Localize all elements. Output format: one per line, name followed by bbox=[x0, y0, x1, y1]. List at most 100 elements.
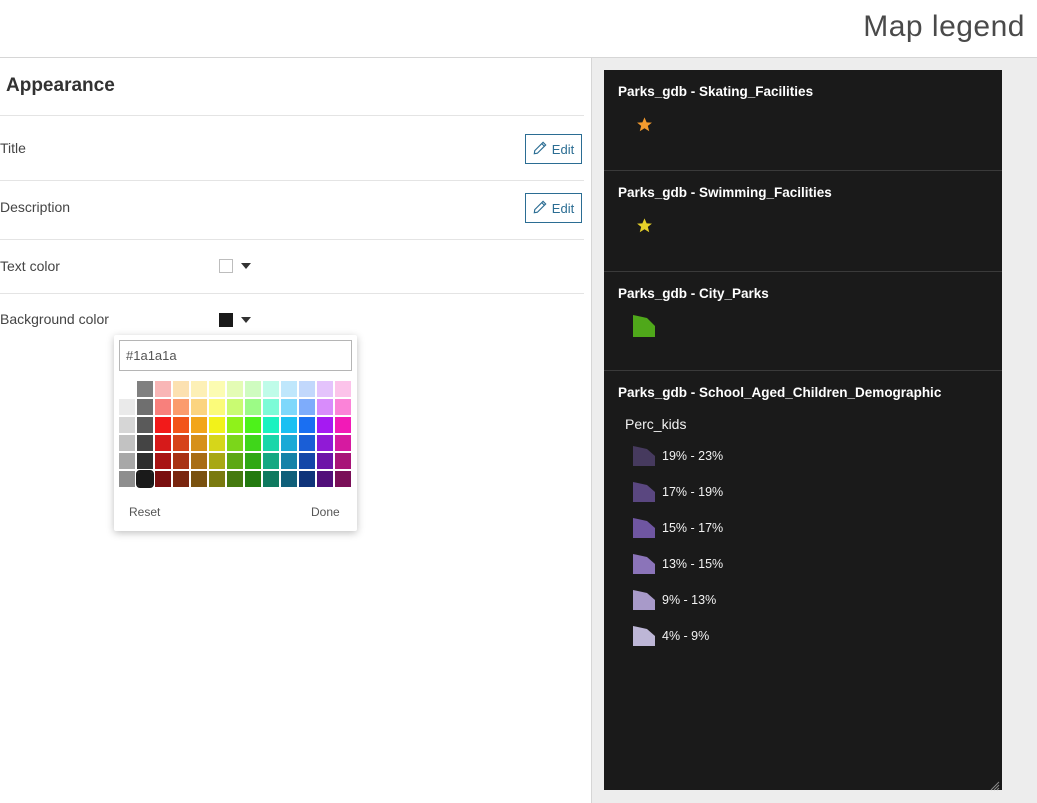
color-swatch[interactable] bbox=[317, 471, 333, 487]
color-swatch[interactable] bbox=[245, 417, 261, 433]
color-swatch[interactable] bbox=[317, 381, 333, 397]
chevron-down-icon[interactable] bbox=[241, 317, 251, 323]
color-swatch[interactable] bbox=[209, 381, 225, 397]
color-swatch[interactable] bbox=[136, 470, 154, 488]
star-icon bbox=[636, 116, 653, 138]
color-swatch[interactable] bbox=[281, 453, 297, 469]
color-swatch[interactable] bbox=[263, 435, 279, 451]
color-swatch[interactable] bbox=[317, 399, 333, 415]
pencil-icon bbox=[533, 141, 547, 158]
color-swatch[interactable] bbox=[191, 381, 207, 397]
color-swatch[interactable] bbox=[173, 381, 189, 397]
done-button[interactable]: Done bbox=[311, 505, 340, 519]
color-swatch[interactable] bbox=[137, 417, 153, 433]
color-swatch[interactable] bbox=[173, 399, 189, 415]
color-swatch[interactable] bbox=[317, 417, 333, 433]
color-swatch[interactable] bbox=[173, 417, 189, 433]
color-swatch[interactable] bbox=[245, 399, 261, 415]
color-swatch[interactable] bbox=[155, 399, 171, 415]
chevron-down-icon[interactable] bbox=[241, 263, 251, 269]
color-swatch[interactable] bbox=[119, 453, 135, 469]
color-swatch[interactable] bbox=[119, 399, 135, 415]
color-swatch[interactable] bbox=[245, 381, 261, 397]
color-swatch[interactable] bbox=[209, 417, 225, 433]
resize-handle-icon[interactable] bbox=[990, 778, 1000, 791]
color-swatch[interactable] bbox=[335, 435, 351, 451]
color-swatch[interactable] bbox=[137, 453, 153, 469]
color-swatch[interactable] bbox=[191, 471, 207, 487]
color-swatch[interactable] bbox=[299, 417, 315, 433]
map-legend: Parks_gdb - Skating_Facilities Parks_gdb… bbox=[604, 70, 1002, 791]
color-swatch[interactable] bbox=[209, 453, 225, 469]
color-swatch[interactable] bbox=[155, 471, 171, 487]
color-swatch[interactable] bbox=[173, 471, 189, 487]
color-swatch[interactable] bbox=[335, 399, 351, 415]
page-title: Map legend bbox=[863, 10, 1025, 43]
color-swatch[interactable] bbox=[227, 453, 243, 469]
edit-description-button[interactable]: Edit bbox=[525, 193, 582, 223]
color-swatch[interactable] bbox=[191, 453, 207, 469]
color-swatch[interactable] bbox=[335, 471, 351, 487]
edit-title-button[interactable]: Edit bbox=[525, 134, 582, 164]
color-swatch[interactable] bbox=[317, 435, 333, 451]
color-swatch[interactable] bbox=[281, 417, 297, 433]
color-swatch[interactable] bbox=[335, 453, 351, 469]
color-swatch[interactable] bbox=[227, 435, 243, 451]
color-swatch[interactable] bbox=[191, 417, 207, 433]
hex-color-input[interactable] bbox=[119, 340, 352, 371]
legend-divider bbox=[604, 170, 1002, 171]
color-swatch[interactable] bbox=[263, 471, 279, 487]
legend-layer-title: Parks_gdb - City_Parks bbox=[618, 286, 769, 301]
color-swatch[interactable] bbox=[335, 417, 351, 433]
color-swatch[interactable] bbox=[227, 417, 243, 433]
color-swatch[interactable] bbox=[281, 435, 297, 451]
legend-layer-title: Parks_gdb - Skating_Facilities bbox=[618, 84, 814, 99]
color-swatch[interactable] bbox=[191, 435, 207, 451]
divider bbox=[0, 180, 584, 181]
color-swatch[interactable] bbox=[155, 435, 171, 451]
color-swatch[interactable] bbox=[245, 471, 261, 487]
color-swatch[interactable] bbox=[299, 381, 315, 397]
color-swatch[interactable] bbox=[299, 399, 315, 415]
color-swatch[interactable] bbox=[137, 381, 153, 397]
color-swatch[interactable] bbox=[299, 453, 315, 469]
color-swatch[interactable] bbox=[335, 381, 351, 397]
color-swatch[interactable] bbox=[263, 417, 279, 433]
color-swatch[interactable] bbox=[263, 381, 279, 397]
color-swatch[interactable] bbox=[209, 471, 225, 487]
legend-class-label: 4% - 9% bbox=[662, 629, 710, 643]
color-swatch[interactable] bbox=[317, 453, 333, 469]
color-swatch[interactable] bbox=[245, 453, 261, 469]
color-swatch[interactable] bbox=[281, 399, 297, 415]
color-swatch[interactable] bbox=[155, 381, 171, 397]
color-swatch[interactable] bbox=[227, 471, 243, 487]
color-swatch[interactable] bbox=[155, 453, 171, 469]
color-swatch[interactable] bbox=[281, 381, 297, 397]
color-swatch[interactable] bbox=[227, 381, 243, 397]
header-bar: Map legend bbox=[0, 0, 1037, 58]
color-swatch[interactable] bbox=[227, 399, 243, 415]
color-swatch[interactable] bbox=[173, 453, 189, 469]
color-swatch[interactable] bbox=[119, 435, 135, 451]
text-color-label: Text color bbox=[0, 258, 60, 274]
color-swatch[interactable] bbox=[245, 435, 261, 451]
polygon-icon bbox=[632, 481, 656, 508]
color-swatch[interactable] bbox=[119, 417, 135, 433]
color-swatch[interactable] bbox=[137, 399, 153, 415]
reset-button[interactable]: Reset bbox=[129, 505, 160, 519]
color-swatch[interactable] bbox=[173, 435, 189, 451]
color-swatch[interactable] bbox=[299, 471, 315, 487]
color-swatch[interactable] bbox=[191, 399, 207, 415]
text-color-swatch[interactable] bbox=[219, 259, 233, 273]
color-swatch[interactable] bbox=[155, 417, 171, 433]
color-swatch[interactable] bbox=[137, 435, 153, 451]
color-swatch[interactable] bbox=[263, 399, 279, 415]
color-swatch[interactable] bbox=[281, 471, 297, 487]
legend-layer-title: Parks_gdb - Swimming_Facilities bbox=[618, 185, 832, 200]
color-swatch[interactable] bbox=[299, 435, 315, 451]
color-swatch[interactable] bbox=[209, 399, 225, 415]
background-color-swatch[interactable] bbox=[219, 313, 233, 327]
color-swatch[interactable] bbox=[263, 453, 279, 469]
color-swatch[interactable] bbox=[209, 435, 225, 451]
color-swatch[interactable] bbox=[119, 471, 135, 487]
